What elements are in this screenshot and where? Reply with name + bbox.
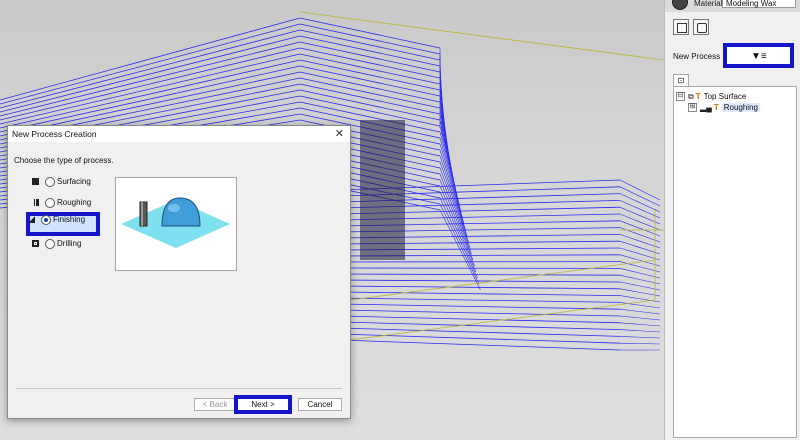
roughing-radio[interactable] (45, 198, 55, 208)
toolpath-line (619, 234, 661, 249)
toolpath-line (299, 35, 441, 67)
option-roughing[interactable]: Roughing (30, 195, 100, 211)
toolpath-line (0, 53, 301, 125)
model-view-button[interactable] (693, 19, 709, 35)
dense-toolpath-region (360, 120, 405, 260)
toolpath-line (439, 197, 478, 279)
tree-item-label: Top Surface (703, 92, 747, 101)
dialog-titlebar[interactable]: New Process Creation ✕ (8, 126, 350, 142)
stock-view-button[interactable] (673, 19, 689, 35)
model-icon (697, 23, 707, 33)
new-process-button[interactable]: ▼≡ (723, 43, 794, 68)
new-process-label: New Process (673, 52, 721, 61)
toolpath-line (0, 41, 301, 117)
toolpath-line (619, 261, 661, 273)
option-finishing[interactable]: Finishing (26, 212, 100, 236)
toolpath-line (299, 23, 441, 55)
process-tree-tab[interactable]: ⊡ (673, 74, 689, 86)
finishing-radio[interactable] (41, 215, 51, 225)
toolpath-line (299, 89, 441, 121)
toolpath-line (299, 83, 441, 115)
toolpath-line (299, 29, 441, 61)
option-label: Surfacing (57, 177, 91, 186)
toolpath-line (299, 77, 441, 109)
new-process-icon: ▼≡ (751, 51, 767, 62)
option-drilling[interactable]: Drilling (30, 236, 100, 252)
material-select[interactable]: Modeling Wax (722, 0, 796, 8)
drilling-radio[interactable] (45, 239, 55, 249)
material-label: Material (694, 0, 723, 8)
toolpath-line (619, 213, 661, 231)
option-surfacing[interactable]: Surfacing (30, 174, 100, 190)
stock-icon (677, 23, 687, 33)
toolpath-line (0, 35, 301, 113)
finishing-icon (28, 216, 35, 223)
roughing-icon: ▂▄ (700, 103, 712, 112)
dialog-title: New Process Creation (12, 129, 97, 139)
toolpath-line (619, 295, 661, 303)
toolpath-line (619, 329, 661, 333)
toolpath-line (439, 137, 463, 219)
tree-item-label: Roughing (721, 103, 760, 112)
toolpath-line (299, 71, 441, 103)
dialog-prompt: Choose the type of process. (14, 156, 114, 165)
process-preview (115, 177, 237, 271)
toolpath-line (339, 279, 621, 283)
cancel-button[interactable]: Cancel (298, 398, 342, 411)
roughing-icon (32, 199, 39, 206)
toolpath-line (619, 308, 661, 315)
toolpath-line (619, 247, 661, 261)
option-label: Roughing (57, 198, 92, 207)
back-button[interactable]: < Back (194, 398, 236, 411)
process-tree: ⊟ ⧉ T Top Surface ⊞ ▂▄ T Roughing (673, 86, 797, 438)
finishing-preview-illustration (121, 197, 230, 248)
option-label: Drilling (57, 239, 82, 248)
toolpath-line (349, 299, 656, 341)
tool-icon: T (695, 92, 701, 101)
expand-icon[interactable]: ⊞ (688, 103, 697, 113)
toolpath-line (0, 23, 301, 105)
surfacing-radio[interactable] (45, 177, 55, 187)
toolpath-line (0, 29, 301, 109)
toolpath-line (619, 322, 661, 327)
stock-icon: ⧉ (688, 92, 694, 101)
toolpath-line (619, 288, 661, 297)
toolpath-line (619, 281, 661, 291)
surfacing-icon (32, 178, 39, 185)
toolpath-line (619, 315, 661, 321)
toolpath-line (299, 65, 441, 97)
toolpath-line (339, 273, 621, 276)
tree-item-top-surface[interactable]: ⊟ ⧉ T Top Surface (676, 91, 746, 102)
tree-item-roughing[interactable]: ⊞ ▂▄ T Roughing (688, 102, 760, 113)
toolpath-line (0, 59, 301, 129)
collapse-icon[interactable]: ⊟ (676, 92, 685, 102)
close-icon[interactable]: ✕ (335, 127, 344, 140)
dialog-separator (16, 388, 342, 389)
toolpath-line (299, 41, 441, 73)
next-button[interactable]: Next > (234, 395, 292, 414)
toolpath-line (339, 315, 621, 324)
toolpath-line (619, 240, 661, 255)
new-process-dialog: New Process Creation ✕ Choose the type o… (7, 125, 351, 419)
tool-icon: T (713, 103, 719, 112)
toolpath-line (619, 342, 661, 345)
toolpath-line (339, 303, 621, 310)
toolpath-line (619, 220, 661, 237)
material-row: Material Modeling Wax (665, 0, 800, 12)
option-label: Finishing (53, 215, 86, 224)
toolpath-line (619, 302, 661, 309)
toolpath-line (299, 47, 441, 79)
toolpath-line (299, 53, 441, 85)
toolpath-line (299, 59, 441, 91)
toolpath-line (339, 309, 621, 317)
toolpath-line (339, 291, 621, 296)
toolpath-line (619, 336, 661, 339)
material-icon (672, 0, 688, 10)
toolpath-line (299, 17, 441, 49)
drilling-icon (32, 240, 39, 247)
toolpath-line (339, 297, 621, 303)
